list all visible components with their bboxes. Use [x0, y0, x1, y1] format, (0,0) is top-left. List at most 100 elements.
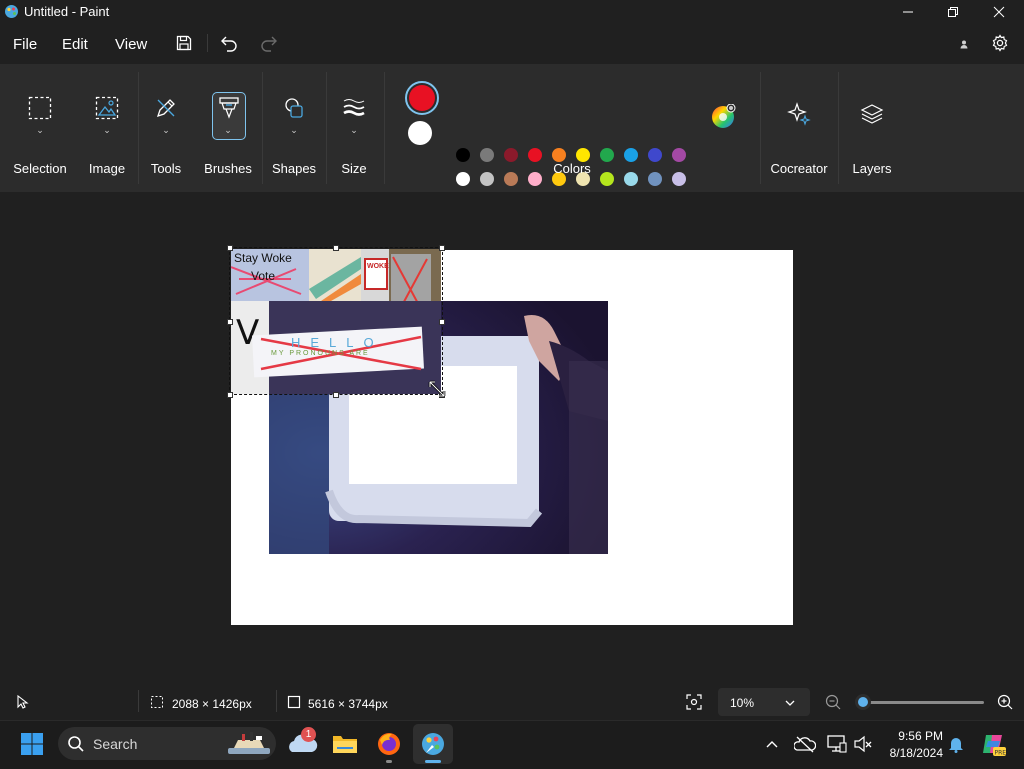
display-monitor-icon[interactable]: [826, 734, 848, 754]
palette-color-swatch[interactable]: [576, 148, 590, 162]
redo-icon[interactable]: [257, 31, 281, 55]
weather-badge: 1: [301, 727, 316, 742]
size-chevron-down-icon[interactable]: ⌄: [350, 125, 358, 136]
palette-color-swatch[interactable]: [504, 172, 518, 186]
image-tool-icon[interactable]: [95, 96, 119, 120]
shapes-label: Shapes: [271, 161, 317, 176]
pointer-cursor-icon: [14, 694, 30, 710]
clock-date[interactable]: 8/18/2024: [877, 746, 943, 760]
brushes-chevron-down-icon[interactable]: ⌄: [224, 125, 232, 136]
selection-resize-handle[interactable]: [227, 245, 233, 251]
palette-color-swatch[interactable]: [456, 148, 470, 162]
svg-text:PRE: PRE: [995, 750, 1007, 757]
colors-label: Colors: [553, 161, 591, 176]
size-lines-icon[interactable]: [342, 96, 366, 120]
zoom-slider-track[interactable]: [858, 701, 984, 704]
palette-color-swatch[interactable]: [528, 148, 542, 162]
file-explorer-icon[interactable]: [332, 732, 358, 756]
palette-color-swatch[interactable]: [552, 148, 566, 162]
show-hidden-icons-chevron-up-icon[interactable]: [764, 736, 780, 752]
paint-app-icon: [4, 4, 19, 19]
size-label: Size: [341, 161, 367, 176]
selection-resize-handle[interactable]: [333, 392, 339, 398]
cocreator-sparkle-icon[interactable]: [787, 102, 811, 126]
palette-color-swatch[interactable]: [672, 172, 686, 186]
palette-color-swatch[interactable]: [624, 148, 638, 162]
palette-color-swatch[interactable]: [480, 148, 494, 162]
restore-button[interactable]: [930, 0, 976, 24]
volume-muted-icon[interactable]: [852, 734, 874, 754]
primary-color-swatch[interactable]: [409, 85, 435, 111]
palette-color-swatch[interactable]: [648, 148, 662, 162]
palette-color-swatch[interactable]: [480, 172, 494, 186]
ribbon-separator: [760, 72, 761, 184]
notification-bell-icon[interactable]: [948, 735, 964, 753]
resize-cursor-icon: [428, 380, 446, 398]
zoom-chevron-down-icon[interactable]: [784, 696, 796, 708]
fit-to-window-icon[interactable]: [685, 693, 703, 711]
selection-chevron-down-icon[interactable]: ⌄: [36, 125, 44, 136]
palette-color-swatch[interactable]: [624, 172, 638, 186]
shapes-icon[interactable]: [282, 96, 306, 120]
edit-colors-wheel-icon[interactable]: [711, 103, 736, 128]
menu-view[interactable]: View: [115, 36, 147, 53]
zoom-slider-thumb[interactable]: [855, 694, 871, 710]
zoom-in-icon[interactable]: [996, 693, 1014, 711]
menu-file[interactable]: File: [13, 36, 37, 53]
selection-resize-handle[interactable]: [227, 319, 233, 325]
windows-start-icon[interactable]: [20, 732, 44, 756]
canvas-size-icon: [287, 695, 301, 709]
copilot-icon[interactable]: PRE: [980, 731, 1006, 757]
palette-color-swatch[interactable]: [600, 148, 614, 162]
settings-gear-icon[interactable]: [988, 31, 1012, 55]
secondary-color-swatch[interactable]: [408, 121, 432, 145]
ribbon-separator: [262, 72, 263, 184]
paint-active-indicator: [425, 760, 441, 763]
undo-icon[interactable]: [217, 31, 241, 55]
layers-icon[interactable]: [860, 102, 884, 126]
image-chevron-down-icon[interactable]: ⌄: [103, 125, 111, 136]
selection-resize-handle[interactable]: [227, 392, 233, 398]
cocreator-label[interactable]: Cocreator: [770, 161, 827, 176]
palette-color-swatch[interactable]: [528, 172, 542, 186]
palette-color-swatch[interactable]: [672, 148, 686, 162]
search-icon: [67, 735, 85, 753]
shapes-chevron-down-icon[interactable]: ⌄: [290, 125, 298, 136]
tools-pencil-icon[interactable]: [154, 96, 178, 120]
clock-time[interactable]: 9:56 PM: [885, 729, 943, 743]
onedrive-offline-cloud-icon[interactable]: [793, 734, 817, 754]
selection-size-icon: [150, 695, 164, 709]
selection-resize-handle[interactable]: [333, 245, 339, 251]
selection-size-text: 2088 × 1426px: [172, 697, 252, 711]
ribbon: ⌄ Selection ⌄ Image ⌄ Tools ⌄ Brushes ⌄ …: [0, 64, 1024, 211]
menu-edit[interactable]: Edit: [62, 36, 88, 53]
paint-taskbar-icon: [420, 731, 446, 757]
zoom-value: 10%: [730, 696, 755, 710]
menu-bar: [0, 24, 1024, 64]
minimize-button[interactable]: [885, 0, 931, 24]
firefox-icon[interactable]: [376, 731, 402, 757]
image-label: Image: [88, 161, 126, 176]
palette-color-swatch[interactable]: [648, 172, 662, 186]
canvas-size-text: 5616 × 3744px: [308, 697, 388, 711]
brush-icon[interactable]: [217, 96, 241, 120]
zoom-out-icon[interactable]: [824, 693, 842, 711]
selection-resize-handle[interactable]: [439, 245, 445, 251]
palette-color-swatch[interactable]: [456, 172, 470, 186]
selection-tool-icon[interactable]: [28, 96, 52, 120]
palette-color-swatch[interactable]: [600, 172, 614, 186]
selection-resize-handle[interactable]: [439, 319, 445, 325]
tools-chevron-down-icon[interactable]: ⌄: [162, 125, 170, 136]
search-placeholder: Search: [93, 736, 138, 752]
close-button[interactable]: [976, 0, 1022, 24]
selection-marquee[interactable]: [229, 247, 443, 395]
palette-color-swatch[interactable]: [504, 148, 518, 162]
layers-label[interactable]: Layers: [852, 161, 891, 176]
ribbon-separator: [384, 72, 385, 184]
account-icon[interactable]: [955, 36, 973, 52]
ribbon-separator: [138, 72, 139, 184]
ribbon-separator: [326, 72, 327, 184]
menu-divider: [207, 34, 208, 52]
selection-label: Selection: [13, 161, 67, 176]
save-icon[interactable]: [172, 31, 196, 55]
